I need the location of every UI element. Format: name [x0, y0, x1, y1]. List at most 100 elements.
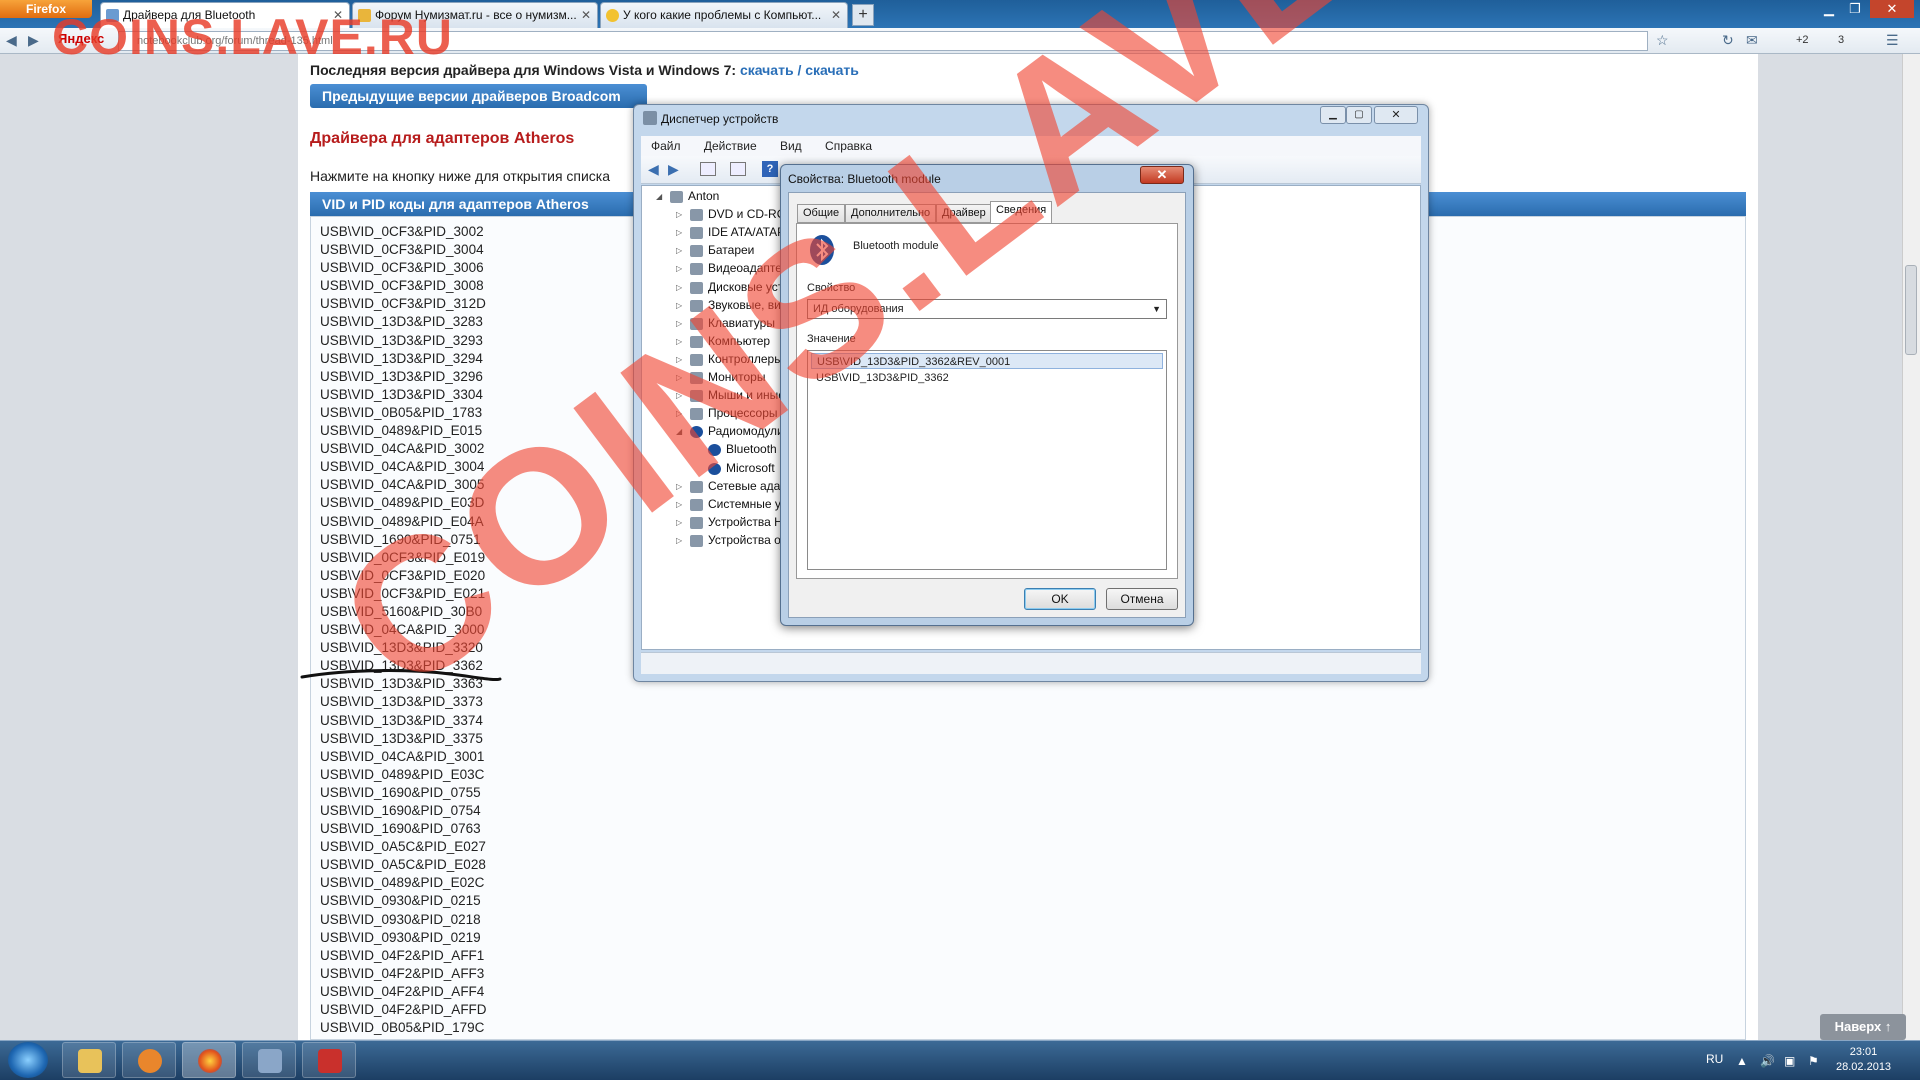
- vid-pid-item: USB\VID_0B05&PID_179C: [320, 1020, 485, 1036]
- device-category-icon: [670, 191, 683, 203]
- vid-pid-item: USB\VID_1690&PID_0754: [320, 803, 481, 818]
- toolbox-icon: [318, 1049, 342, 1073]
- vid-pid-item: USB\VID_0CF3&PID_3002: [320, 224, 484, 239]
- dm-properties-icon[interactable]: [730, 162, 746, 176]
- dm-back-icon[interactable]: ◀: [648, 161, 659, 178]
- restore-window-button[interactable]: ❐: [1842, 0, 1868, 18]
- page-scrollbar[interactable]: [1902, 54, 1920, 1040]
- vid-pid-item: USB\VID_0B05&PID_1783: [320, 404, 483, 420]
- clock-date: 28.02.2013: [1836, 1061, 1892, 1073]
- dm-help-icon[interactable]: ?: [762, 161, 778, 177]
- vid-pid-item: USB\VID_0489&PID_E02C: [320, 875, 485, 891]
- firefox-icon: [198, 1049, 222, 1073]
- tree-expand-icon[interactable]: ▷: [676, 246, 682, 255]
- scrollbar-thumb[interactable]: [1905, 265, 1917, 355]
- show-hidden-icons[interactable]: ▲: [1736, 1054, 1748, 1068]
- folder-icon: [78, 1049, 102, 1073]
- vid-pid-item: USB\VID_0CF3&PID_3004: [320, 242, 484, 258]
- vid-pid-item: USB\VID_0CF3&PID_3006: [320, 260, 484, 276]
- addon-count-badge[interactable]: 3: [1838, 34, 1844, 46]
- close-tab-icon[interactable]: ✕: [831, 3, 841, 27]
- vid-pid-item: USB\VID_0A5C&PID_E027: [320, 839, 486, 855]
- device-manager-icon: [643, 111, 657, 125]
- download-link-2[interactable]: скачать: [805, 62, 859, 78]
- ok-button[interactable]: OK: [1024, 588, 1096, 610]
- smiley-favicon-icon: [606, 9, 619, 22]
- vid-pid-item: USB\VID_13D3&PID_3293: [320, 332, 483, 348]
- watermark-top: COINS.LAVE.RU: [52, 9, 453, 65]
- computer-icon: [258, 1049, 282, 1073]
- close-tab-icon[interactable]: ✕: [581, 3, 591, 27]
- start-button[interactable]: [8, 1042, 48, 1078]
- download-link-1[interactable]: скачать: [740, 62, 794, 78]
- menu-file[interactable]: Файл: [651, 139, 681, 153]
- dm-minimize-button[interactable]: ▁: [1320, 106, 1346, 124]
- vid-pid-item: USB\VID_13D3&PID_3304: [320, 386, 483, 402]
- mail-icon[interactable]: ✉: [1746, 32, 1758, 49]
- atheros-heading: Драйвера для адаптеров Atheros: [310, 130, 575, 147]
- vid-pid-item: USB\VID_13D3&PID_3296: [320, 368, 483, 384]
- vid-pid-item: USB\VID_0930&PID_0215: [320, 893, 481, 909]
- vid-pid-item: USB\VID_13D3&PID_3283: [320, 314, 483, 330]
- cancel-button[interactable]: Отмена: [1106, 588, 1178, 610]
- dm-close-button[interactable]: ✕: [1374, 106, 1418, 124]
- vid-pid-item: USB\VID_0930&PID_0219: [320, 929, 481, 945]
- back-icon[interactable]: ◀: [6, 32, 17, 49]
- tree-expand-icon[interactable]: ▷: [676, 210, 682, 219]
- new-tab-button[interactable]: +: [852, 4, 874, 26]
- media-player-icon: [138, 1049, 162, 1073]
- reload-icon[interactable]: ↻: [1722, 32, 1734, 49]
- tab-label: У кого какие проблемы с Компьют...: [623, 8, 822, 22]
- taskbar-firefox[interactable]: [182, 1042, 236, 1078]
- close-window-button[interactable]: ✕: [1870, 0, 1914, 18]
- link-separator: /: [797, 62, 802, 78]
- menu-view[interactable]: Вид: [780, 139, 802, 153]
- network-icon[interactable]: ▣: [1784, 1054, 1795, 1068]
- dm-status-bar: [641, 652, 1421, 674]
- device-manager-title: Диспетчер устройств: [661, 112, 779, 126]
- vid-pid-item: USB\VID_0CF3&PID_312D: [320, 296, 486, 312]
- vid-pid-item: USB\VID_1690&PID_0763: [320, 821, 481, 837]
- tree-root-computer[interactable]: Anton: [688, 189, 719, 203]
- tree-expand-icon[interactable]: ▷: [676, 228, 682, 237]
- dm-maximize-button[interactable]: ▢: [1346, 106, 1372, 124]
- minimize-window-button[interactable]: ▁: [1816, 0, 1842, 18]
- forward-icon[interactable]: ▶: [28, 32, 39, 49]
- vid-pid-item: USB\VID_04F2&PID_AFF1: [320, 947, 485, 963]
- notifications-badge[interactable]: +2: [1796, 34, 1809, 46]
- vid-pid-item: USB\VID_0CF3&PID_3008: [320, 278, 484, 294]
- vid-pid-item: USB\VID_13D3&PID_3375: [320, 730, 483, 746]
- language-indicator[interactable]: RU: [1706, 1052, 1723, 1066]
- vid-pid-item: USB\VID_04F2&PID_AFF3: [320, 965, 485, 981]
- previous-versions-button[interactable]: Предыдущие версии драйверов Broadcom: [310, 84, 647, 108]
- taskbar-explorer[interactable]: [62, 1042, 116, 1078]
- bookmark-star-icon[interactable]: ☆: [1656, 32, 1669, 49]
- dm-tree-view-icon[interactable]: [700, 162, 716, 176]
- vid-pid-item: USB\VID_13D3&PID_3294: [320, 350, 483, 366]
- device-category-icon: [690, 245, 703, 258]
- menu-action[interactable]: Действие: [704, 139, 757, 153]
- taskbar-device-manager[interactable]: [242, 1042, 296, 1078]
- tree-expand-icon[interactable]: ◢: [656, 192, 662, 201]
- scroll-to-top-button[interactable]: Наверх ↑: [1820, 1014, 1906, 1040]
- taskbar-media-player[interactable]: [122, 1042, 176, 1078]
- vid-pid-item: USB\VID_0A5C&PID_E028: [320, 857, 486, 873]
- vid-pid-item: USB\VID_1690&PID_0755: [320, 784, 481, 800]
- volume-icon[interactable]: 🔊: [1760, 1054, 1775, 1068]
- clock[interactable]: 23:01 28.02.2013: [1836, 1045, 1891, 1075]
- vid-pid-item: USB\VID_0489&PID_E03C: [320, 766, 485, 782]
- clock-time: 23:01: [1849, 1046, 1878, 1058]
- vid-pid-item: USB\VID_04F2&PID_AFFD: [320, 1002, 487, 1018]
- vid-pid-item: USB\VID_04CA&PID_3001: [320, 748, 485, 764]
- device-category-icon: [690, 209, 703, 222]
- tab-computer-problems[interactable]: У кого какие проблемы с Компьют... ✕: [600, 2, 848, 28]
- tree-item[interactable]: Устройства о: [708, 533, 781, 547]
- vid-pid-item: USB\VID_13D3&PID_3374: [320, 712, 483, 728]
- dropdown-arrow-icon[interactable]: ▼: [1152, 300, 1161, 318]
- vid-pid-item: USB\VID_0930&PID_0218: [320, 911, 481, 927]
- dm-forward-icon[interactable]: ▶: [668, 161, 679, 178]
- action-center-icon[interactable]: ⚑: [1808, 1054, 1819, 1068]
- vid-pid-item: USB\VID_04F2&PID_AFF4: [320, 983, 485, 999]
- taskbar-toolbox[interactable]: [302, 1042, 356, 1078]
- menu-icon[interactable]: ☰: [1886, 32, 1899, 49]
